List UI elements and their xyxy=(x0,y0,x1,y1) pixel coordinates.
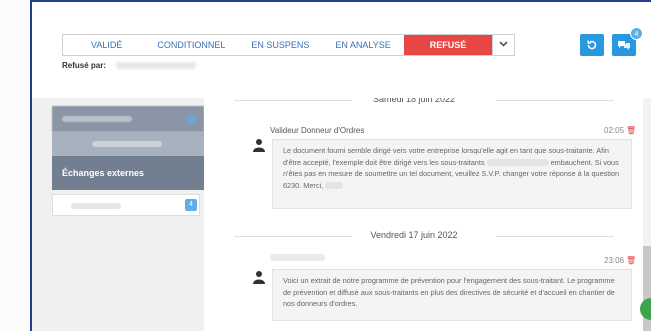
subitem-count-badge: 4 xyxy=(185,199,197,211)
message-bubble: Le document fourni semble dirigé vers vo… xyxy=(272,139,632,209)
date-divider: Samedi 18 juin 2022 xyxy=(204,98,624,106)
tab-conditionnel[interactable]: CONDITIONNEL xyxy=(144,35,238,55)
sidebar-dot xyxy=(186,114,196,124)
status-tabs: VALIDÉ CONDITIONNEL EN SUSPENS EN ANALYS… xyxy=(62,34,516,56)
sidebar-item-external-exchanges[interactable]: Échanges externes xyxy=(52,156,204,190)
trash-icon[interactable]: 🗑 xyxy=(626,126,636,135)
trash-icon[interactable]: 🗑 xyxy=(626,256,636,265)
chat-scrollbar[interactable] xyxy=(643,98,651,331)
user-avatar-icon xyxy=(253,271,265,284)
redacted-text xyxy=(486,159,549,167)
sidebar-item-redacted-2[interactable] xyxy=(52,132,204,156)
tab-en-analyse[interactable]: EN ANALYSE xyxy=(322,35,403,55)
message-bubble: Voici un extrait de notre programme de p… xyxy=(272,269,632,321)
app-frame: VALIDÉ CONDITIONNEL EN SUSPENS EN ANALYS… xyxy=(30,0,651,331)
redacted-text xyxy=(62,116,132,122)
sidebar-subitem[interactable]: 4 xyxy=(52,194,200,216)
sidebar: Échanges externes 4 xyxy=(32,98,204,331)
message-time: 02:05 🗑 xyxy=(604,126,636,135)
redacted-text xyxy=(270,254,325,261)
redacted-text xyxy=(92,141,162,147)
redacted-text xyxy=(71,203,121,209)
tab-en-suspens[interactable]: EN SUSPENS xyxy=(238,35,322,55)
user-avatar-icon xyxy=(253,139,265,152)
messages-count-badge: 4 xyxy=(630,27,643,40)
chat-bubbles-icon xyxy=(618,41,630,50)
refused-by: Refusé par: xyxy=(62,61,197,70)
chat-panel: Samedi 18 juin 2022 Valideur Donneur d'O… xyxy=(204,98,651,331)
refused-by-name-redacted xyxy=(116,62,197,70)
sidebar-item-redacted-1[interactable] xyxy=(52,106,204,132)
status-toolbar: VALIDÉ CONDITIONNEL EN SUSPENS EN ANALYS… xyxy=(32,2,651,98)
message-text: Voici un extrait de notre programme de p… xyxy=(283,276,615,309)
chevron-down-icon xyxy=(499,41,508,47)
refused-by-label: Refusé par: xyxy=(62,61,107,70)
date-divider: Vendredi 17 juin 2022 xyxy=(204,230,624,242)
message-time: 23:06 🗑 xyxy=(604,256,636,265)
status-dropdown-button[interactable] xyxy=(492,35,514,55)
tab-valide[interactable]: VALIDÉ xyxy=(63,35,144,55)
message-author-redacted xyxy=(270,254,325,263)
history-button[interactable] xyxy=(580,34,604,56)
message-time-text: 02:05 xyxy=(604,126,625,135)
message-time-text: 23:06 xyxy=(604,256,625,265)
tab-refuse[interactable]: REFUSÉ xyxy=(403,35,493,55)
message-author: Valideur Donneur d'Ordres xyxy=(270,126,365,135)
redacted-text xyxy=(325,182,344,190)
history-icon xyxy=(587,40,597,50)
